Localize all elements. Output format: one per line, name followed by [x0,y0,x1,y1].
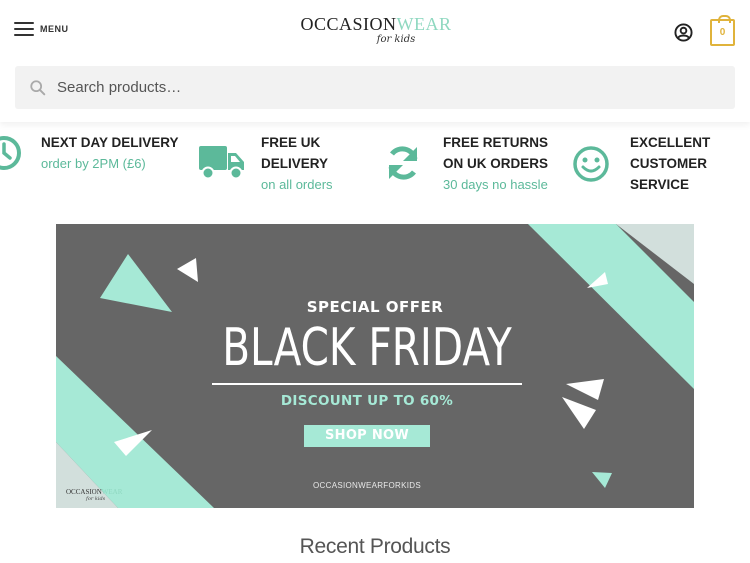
shop-now-button[interactable]: SHOP NOW [304,425,430,447]
returns-sync-icon [388,146,418,180]
logo-text-wear: WEAR [396,14,452,34]
banner-logo-occasion: OCCASION [66,488,102,496]
usp-title-line-3: SERVICE [630,177,690,192]
search-bar [15,66,735,109]
usp-free-returns: FREE RETURNS ON UK ORDERS 30 days no has… [382,132,562,198]
banner-offer-text: SPECIAL OFFER [306,298,444,316]
logo-text-occasion: OCCASION [300,14,397,34]
usp-customer-service: EXCELLENT CUSTOMER SERVICE [570,132,740,198]
usp-free-delivery: FREE UK DELIVERY on all orders [198,132,358,198]
triangle-shape [177,258,198,282]
usp-title-line-1: FREE UK [261,135,321,150]
site-header: MENU OCCASIONWEAR for kids 0 [0,0,750,122]
black-friday-banner[interactable]: SPECIAL OFFER BLACK FRIDAY DISCOUNT UP T… [56,224,694,508]
banner-logo: OCCASIONWEAR for kids [66,488,122,502]
usp-next-day: NEXT DAY DELIVERY order by 2PM (£6) [0,132,190,198]
usp-title-line-2: CUSTOMER [630,156,708,171]
cart-button[interactable]: 0 [710,15,735,46]
usp-title-line-2: ON UK ORDERS [443,156,549,171]
usp-title-line-1: EXCELLENT [630,135,711,150]
site-logo[interactable]: OCCASIONWEAR for kids [296,14,456,50]
banner-divider [212,383,522,385]
usp-subtitle: on all orders [261,177,333,192]
menu-label: MENU [40,24,69,34]
logo-tagline: for kids [376,34,416,45]
banner-discount-text: DISCOUNT UP TO 60% [280,393,454,409]
hamburger-icon [14,22,34,36]
usp-subtitle: 30 days no hassle [443,177,548,192]
usp-title: NEXT DAY DELIVERY [41,135,179,150]
account-icon[interactable] [674,23,693,42]
menu-button[interactable]: MENU [14,22,69,36]
delivery-truck-icon [199,146,244,180]
usp-subtitle: order by 2PM (£6) [41,156,146,171]
cart-count: 0 [719,27,726,38]
search-input[interactable] [57,66,717,109]
search-icon [30,80,46,96]
banner-logo-wear: WEAR [101,488,123,496]
usp-title-line-2: DELIVERY [261,156,329,171]
clock-icon [0,136,21,170]
banner-site-name: OCCASIONWEARFORKIDS [313,481,421,490]
banner-title: BLACK FRIDAY [222,318,512,378]
section-title-recent-products: Recent Products [299,535,451,558]
banner-logo-tagline: for kids [86,496,106,502]
smiley-icon [573,146,609,182]
usp-title-line-1: FREE RETURNS [443,135,549,150]
